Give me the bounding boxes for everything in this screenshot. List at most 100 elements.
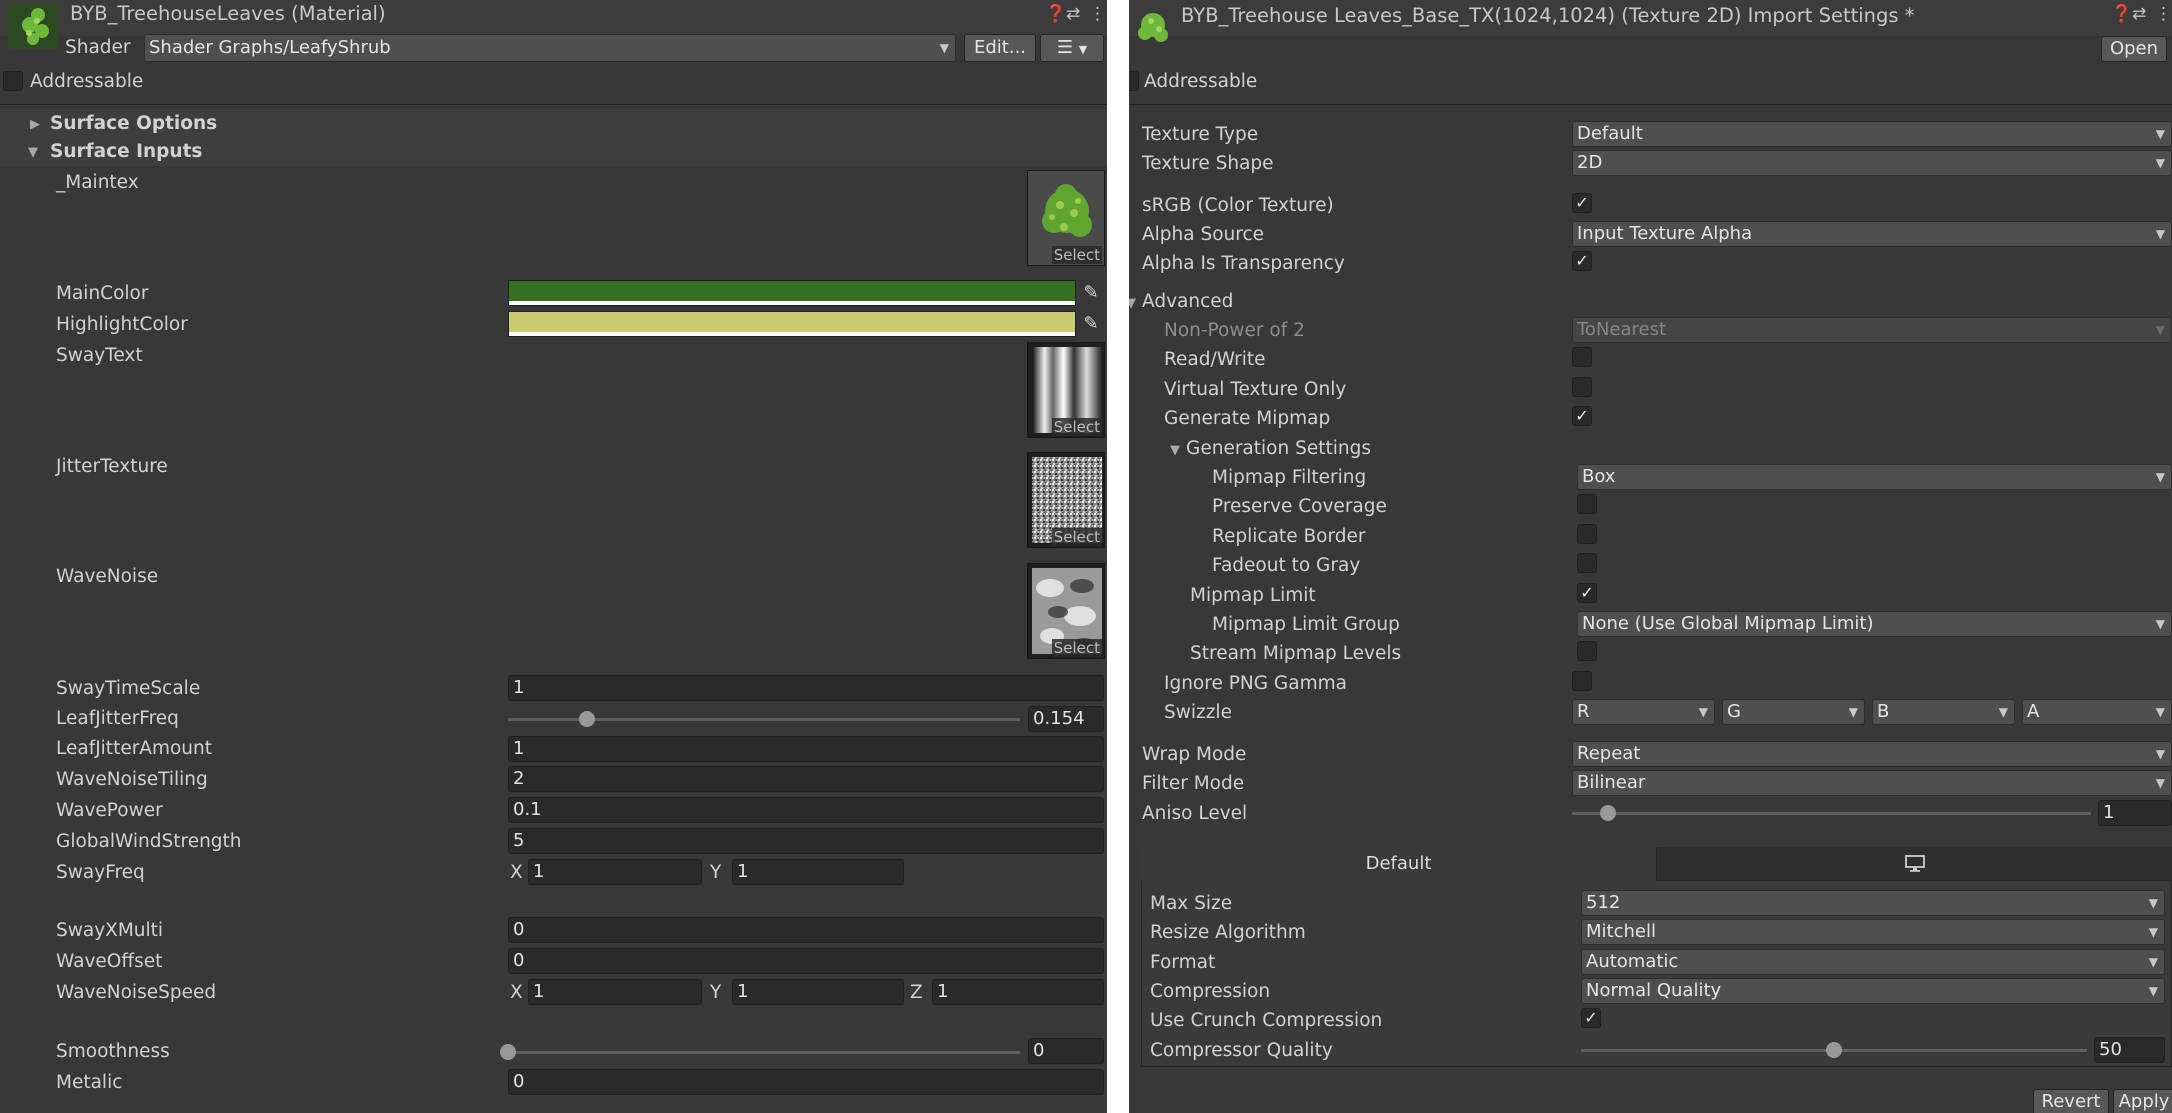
importer-title: BYB_Treehouse Leaves_Base_TX(1024,1024) … [1181, 4, 1915, 27]
main-color-field[interactable] [508, 280, 1076, 306]
mipmap-filtering-dropdown[interactable]: Box ▼ [1577, 464, 2172, 490]
swizzle-g-dropdown[interactable]: G ▼ [1722, 699, 1865, 725]
mipmap-limit-checkbox[interactable]: ✓ [1577, 583, 1597, 603]
wave-noise-speed-z-label: Z [910, 982, 923, 1003]
sway-freq-y-field[interactable]: 1 [732, 859, 904, 885]
swizzle-r-dropdown[interactable]: R ▼ [1572, 699, 1715, 725]
aniso-level-slider-track[interactable] [1572, 812, 2091, 815]
swizzle-a-dropdown[interactable]: A ▼ [2022, 699, 2172, 725]
eyedropper-icon[interactable]: ✎ [1078, 311, 1104, 337]
read-write-label: Read/Write [1164, 349, 1266, 370]
highlight-color-field[interactable] [508, 311, 1076, 337]
compression-dropdown[interactable]: Normal Quality ▼ [1581, 978, 2165, 1004]
help-icon[interactable]: ❓ [2111, 4, 2132, 24]
texture-shape-dropdown[interactable]: 2D ▼ [1572, 150, 2172, 176]
eyedropper-icon[interactable]: ✎ [1078, 280, 1104, 306]
generation-settings-foldout[interactable]: Generation Settings [1186, 439, 1371, 459]
read-write-checkbox[interactable] [1572, 347, 1592, 367]
swaytext-slot[interactable]: Select [1027, 342, 1105, 438]
select-texture-button[interactable]: Select [1051, 246, 1102, 264]
leaf-jitter-freq-slider-handle[interactable] [578, 711, 595, 727]
mipmap-limit-group-dropdown[interactable]: None (Use Global Mipmap Limit) ▼ [1577, 611, 2172, 637]
aniso-level-label: Aniso Level [1142, 803, 1248, 824]
alpha-source-value: Input Texture Alpha [1577, 223, 1753, 244]
texture-shape-value: 2D [1577, 152, 1603, 173]
more-options-icon[interactable]: ⋮ [2155, 4, 2172, 24]
compression-label: Compression [1150, 981, 1271, 1002]
sway-time-scale-field[interactable]: 1 [508, 675, 1104, 701]
wave-power-field[interactable]: 0.1 [508, 797, 1104, 823]
use-crunch-checkbox[interactable]: ✓ [1581, 1008, 1601, 1028]
select-texture-button[interactable]: Select [1051, 528, 1102, 546]
select-texture-button[interactable]: Select [1051, 418, 1102, 436]
metalic-field[interactable]: 0 [508, 1069, 1104, 1095]
surface-inputs-foldout[interactable]: ▼ Surface Inputs [0, 138, 1107, 166]
compressor-quality-slider-handle[interactable] [1826, 1042, 1842, 1058]
jitter-texture-slot[interactable]: Select [1027, 452, 1105, 548]
preserve-coverage-checkbox[interactable] [1577, 494, 1597, 514]
chevron-down-icon: ▼ [28, 145, 38, 160]
wave-noise-speed-x-field[interactable]: 1 [528, 979, 702, 1005]
alpha-is-transparency-checkbox[interactable]: ✓ [1572, 251, 1592, 271]
resize-algorithm-value: Mitchell [1586, 921, 1656, 942]
virtual-texture-only-checkbox[interactable] [1572, 377, 1592, 397]
replicate-border-checkbox[interactable] [1577, 524, 1597, 544]
chevron-right-icon: ▶ [30, 117, 40, 132]
smoothness-slider-handle[interactable] [500, 1044, 516, 1060]
presets-icon[interactable]: ⇄ [1066, 4, 1080, 24]
wrap-mode-dropdown[interactable]: Repeat ▼ [1572, 741, 2172, 767]
revert-button[interactable]: Revert [2033, 1089, 2109, 1113]
resize-algorithm-dropdown[interactable]: Mitchell ▼ [1581, 919, 2165, 945]
addressable-checkbox[interactable] [3, 71, 23, 91]
wave-noise-tiling-field[interactable]: 2 [508, 766, 1104, 792]
tab-standalone[interactable] [1657, 847, 2172, 881]
fadeout-to-gray-checkbox[interactable] [1577, 553, 1597, 573]
open-button[interactable]: Open [2101, 36, 2167, 62]
stream-mipmap-levels-checkbox[interactable] [1577, 641, 1597, 661]
compressor-quality-field[interactable]: 50 [2094, 1037, 2165, 1063]
texture-type-dropdown[interactable]: Default ▼ [1572, 121, 2172, 147]
shader-dropdown[interactable]: Shader Graphs/LeafyShrub ▼ [144, 34, 956, 62]
swizzle-label: Swizzle [1164, 702, 1232, 723]
global-wind-strength-field[interactable]: 5 [508, 828, 1104, 854]
smoothness-field[interactable]: 0 [1028, 1038, 1104, 1064]
monitor-icon [1904, 855, 1925, 872]
help-icon[interactable]: ❓ [1045, 4, 1066, 24]
shader-menu-button[interactable]: ☰ ▼ [1040, 34, 1104, 62]
filter-mode-dropdown[interactable]: Bilinear ▼ [1572, 770, 2172, 796]
select-texture-button[interactable]: Select [1051, 639, 1102, 657]
chevron-down-icon: ▼ [2155, 127, 2165, 141]
srgb-checkbox[interactable]: ✓ [1572, 193, 1592, 213]
sway-freq-x-field[interactable]: 1 [528, 859, 702, 885]
leaf-jitter-amount-field[interactable]: 1 [508, 736, 1104, 762]
generate-mipmap-checkbox[interactable]: ✓ [1572, 406, 1592, 426]
apply-button[interactable]: Apply [2113, 1089, 2172, 1113]
sway-x-multi-field[interactable]: 0 [508, 917, 1104, 943]
advanced-foldout[interactable]: Advanced [1142, 292, 1233, 312]
format-dropdown[interactable]: Automatic ▼ [1581, 949, 2165, 975]
virtual-texture-only-label: Virtual Texture Only [1164, 379, 1347, 400]
chevron-down-icon[interactable]: ▼ [1129, 296, 1136, 311]
more-options-icon[interactable]: ⋮ [1089, 4, 1106, 24]
aniso-level-field[interactable]: 1 [2098, 800, 2172, 826]
ignore-png-gamma-checkbox[interactable] [1572, 671, 1592, 691]
leaf-jitter-freq-field[interactable]: 0.154 [1028, 706, 1104, 732]
wave-noise-slot[interactable]: Select [1027, 563, 1105, 659]
alpha-source-dropdown[interactable]: Input Texture Alpha ▼ [1572, 221, 2172, 247]
wave-noise-speed-y-field[interactable]: 1 [732, 979, 904, 1005]
addressable-checkbox[interactable] [1129, 71, 1139, 91]
wave-offset-field[interactable]: 0 [508, 948, 1104, 974]
tab-default[interactable]: Default [1141, 847, 1657, 881]
chevron-down-icon[interactable]: ▼ [1170, 443, 1180, 458]
edit-shader-button[interactable]: Edit... [964, 34, 1036, 62]
smoothness-slider-track[interactable] [508, 1051, 1020, 1054]
mipmap-limit-group-label: Mipmap Limit Group [1212, 614, 1400, 635]
generate-mipmap-label: Generate Mipmap [1164, 408, 1331, 429]
wave-noise-speed-z-field[interactable]: 1 [932, 979, 1104, 1005]
max-size-dropdown[interactable]: 512 ▼ [1581, 890, 2165, 916]
surface-options-foldout[interactable]: ▶ Surface Options [0, 110, 1107, 138]
swizzle-b-dropdown[interactable]: B ▼ [1872, 699, 2015, 725]
maintex-slot[interactable]: Select [1027, 170, 1105, 266]
presets-icon[interactable]: ⇄ [2132, 4, 2146, 24]
aniso-level-slider-handle[interactable] [1600, 805, 1617, 821]
